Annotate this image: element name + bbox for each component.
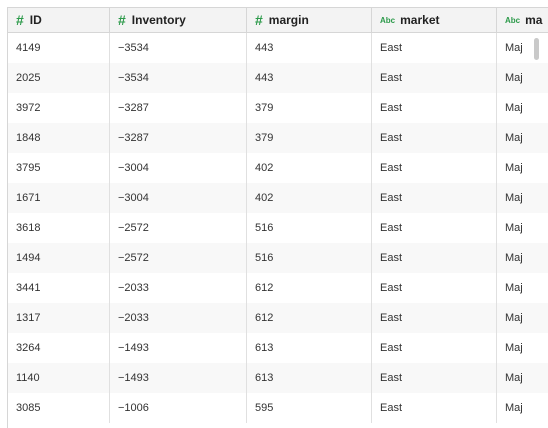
- table-cell[interactable]: 379: [247, 123, 372, 153]
- number-type-icon: #: [255, 12, 263, 28]
- table-cell[interactable]: −2572: [110, 243, 247, 273]
- table-cell[interactable]: 3795: [8, 153, 110, 183]
- table-row[interactable]: 2025 −3534 443 East Maj: [8, 63, 548, 93]
- table-cell[interactable]: 613: [247, 363, 372, 393]
- table-cell[interactable]: −3287: [110, 93, 247, 123]
- data-table: # ID # Inventory # margin Abc market Abc ma 4149−…: [8, 8, 548, 423]
- table-cell[interactable]: 3441: [8, 273, 110, 303]
- table-row[interactable]: 3441 −2033 612 East Maj: [8, 273, 548, 303]
- vertical-scrollbar[interactable]: [533, 33, 542, 428]
- table-row[interactable]: 3795 −3004 402 East Maj: [8, 153, 548, 183]
- table-cell[interactable]: 612: [247, 273, 372, 303]
- table-row[interactable]: 3085 −1006 595 East Maj: [8, 393, 548, 423]
- table-row[interactable]: 3264 −1493 613 East Maj: [8, 333, 548, 363]
- text-type-icon: Abc: [505, 15, 521, 25]
- table-cell[interactable]: 402: [247, 153, 372, 183]
- table-cell[interactable]: −1006: [110, 393, 247, 423]
- column-header-label: market: [400, 13, 440, 27]
- text-type-icon: Abc: [380, 15, 396, 25]
- column-header-label: ID: [29, 13, 42, 27]
- table-cell[interactable]: 402: [247, 183, 372, 213]
- column-header-inventory[interactable]: # Inventory: [110, 8, 247, 32]
- table-cell[interactable]: East: [372, 243, 497, 273]
- table-cell[interactable]: East: [372, 123, 497, 153]
- table-row[interactable]: 1494 −2572 516 East Maj: [8, 243, 548, 273]
- table-cell[interactable]: −2033: [110, 303, 247, 333]
- table-cell[interactable]: 1671: [8, 183, 110, 213]
- table-row[interactable]: 1317 −2033 612 East Maj: [8, 303, 548, 333]
- table-cell[interactable]: −3004: [110, 153, 247, 183]
- header-row: # ID # Inventory # margin Abc market Abc ma: [8, 8, 548, 33]
- table-cell[interactable]: East: [372, 333, 497, 363]
- table-cell[interactable]: East: [372, 303, 497, 333]
- table-cell[interactable]: −2033: [110, 273, 247, 303]
- column-header-label: Inventory: [131, 13, 186, 27]
- column-header-market[interactable]: Abc market: [372, 8, 497, 32]
- data-grid: # ID # Inventory # margin Abc market Abc ma 4149−…: [7, 7, 548, 428]
- scrollbar-thumb[interactable]: [534, 38, 539, 60]
- number-type-icon: #: [16, 12, 24, 28]
- table-cell[interactable]: East: [372, 393, 497, 423]
- table-cell[interactable]: 516: [247, 243, 372, 273]
- table-cell[interactable]: East: [372, 63, 497, 93]
- table-cell[interactable]: 3972: [8, 93, 110, 123]
- table-cell[interactable]: −2572: [110, 213, 247, 243]
- table-cell[interactable]: −3287: [110, 123, 247, 153]
- table-cell[interactable]: 1317: [8, 303, 110, 333]
- table-row[interactable]: 1140 −1493 613 East Maj: [8, 363, 548, 393]
- table-row[interactable]: 1848 −3287 379 East Maj: [8, 123, 548, 153]
- table-cell[interactable]: 379: [247, 93, 372, 123]
- table-row[interactable]: 3618 −2572 516 East Maj: [8, 213, 548, 243]
- table-cell[interactable]: 1140: [8, 363, 110, 393]
- table-cell[interactable]: 3618: [8, 213, 110, 243]
- table-cell[interactable]: East: [372, 273, 497, 303]
- table-row[interactable]: 4149 −3534 443 East Maj: [8, 33, 548, 63]
- table-cell[interactable]: East: [372, 363, 497, 393]
- table-cell[interactable]: 1494: [8, 243, 110, 273]
- table-cell[interactable]: 443: [247, 63, 372, 93]
- table-row[interactable]: 1671 −3004 402 East Maj: [8, 183, 548, 213]
- table-cell[interactable]: 595: [247, 393, 372, 423]
- number-type-icon: #: [118, 12, 126, 28]
- column-header-label: margin: [268, 13, 309, 27]
- table-cell[interactable]: −1493: [110, 333, 247, 363]
- table-cell[interactable]: −3534: [110, 33, 247, 63]
- table-cell[interactable]: −3534: [110, 63, 247, 93]
- table-cell[interactable]: East: [372, 153, 497, 183]
- table-body: 4149 −3534 443 East Maj 2025 −3534 443 East Maj 39…: [8, 33, 548, 423]
- table-cell[interactable]: 3264: [8, 333, 110, 363]
- table-cell[interactable]: −1493: [110, 363, 247, 393]
- column-header-label: ma: [525, 13, 543, 27]
- table-cell[interactable]: East: [372, 33, 497, 63]
- table-cell[interactable]: 612: [247, 303, 372, 333]
- table-cell[interactable]: 1848: [8, 123, 110, 153]
- column-header-id[interactable]: # ID: [8, 8, 110, 32]
- table-cell[interactable]: 2025: [8, 63, 110, 93]
- table-cell[interactable]: East: [372, 93, 497, 123]
- table-row[interactable]: 3972 −3287 379 East Maj: [8, 93, 548, 123]
- column-header-ma[interactable]: Abc ma: [497, 8, 548, 32]
- table-cell[interactable]: East: [372, 183, 497, 213]
- table-cell[interactable]: 516: [247, 213, 372, 243]
- table-cell[interactable]: −3004: [110, 183, 247, 213]
- table-cell[interactable]: 443: [247, 33, 372, 63]
- column-header-margin[interactable]: # margin: [247, 8, 372, 32]
- table-cell[interactable]: 4149: [8, 33, 110, 63]
- table-cell[interactable]: 613: [247, 333, 372, 363]
- table-cell[interactable]: East: [372, 213, 497, 243]
- table-cell[interactable]: 3085: [8, 393, 110, 423]
